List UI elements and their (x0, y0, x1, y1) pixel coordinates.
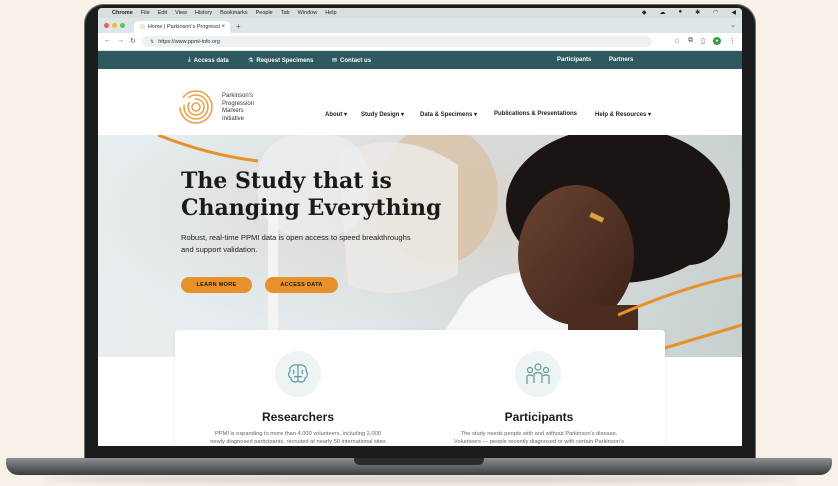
hero-subtitle-line-1: Robust, real-time PPMI data is open acce… (181, 233, 411, 242)
window-controls (104, 23, 125, 28)
camera-icon[interactable]: ● (678, 9, 682, 16)
logo-text[interactable]: Parkinson's Progression Markers Initiati… (222, 93, 282, 123)
browser-tab-active[interactable]: ◎ Home | Parkinson's Progressi × (134, 21, 230, 33)
menu-view[interactable]: View (175, 10, 187, 16)
sidebar-icon[interactable]: ▯ (701, 37, 705, 45)
site-info-icon[interactable]: ⇅ (150, 39, 154, 45)
nav-data-specimens[interactable]: Data & Specimens ▾ (420, 111, 477, 118)
menu-history[interactable]: History (195, 10, 212, 16)
utility-request-specimens[interactable]: ⚗ Request Specimens (248, 57, 314, 65)
mail-icon: ✉ (332, 58, 338, 64)
menu-edit[interactable]: Edit (158, 10, 167, 16)
menu-file[interactable]: File (141, 10, 150, 16)
extensions-icon[interactable]: ⧉ (688, 37, 693, 45)
hero-title: The Study that is Changing Everything (181, 168, 461, 222)
access-data-button[interactable]: ACCESS DATA (265, 277, 338, 293)
utility-participants-label: Participants (557, 57, 592, 63)
menu-app-name[interactable]: Chrome (112, 10, 133, 16)
menu-help[interactable]: Help (325, 10, 336, 16)
hero-subtitle: Robust, real-time PPMI data is open acce… (181, 232, 451, 256)
favicon-icon: ◎ (140, 24, 145, 30)
status-icons: ◆ ☁ ● ✱ ◠ ◀ (634, 9, 736, 16)
hero-section: The Study that is Changing Everything Ro… (98, 135, 742, 357)
learn-more-button[interactable]: LEARN MORE (181, 277, 252, 293)
researchers-text-line-2: newly diagnosed participants, recruited … (210, 439, 386, 445)
logo-line-1: Parkinson's (222, 93, 253, 99)
address-bar[interactable]: ⇅ https://www.ppmi-info.org (142, 36, 652, 47)
nav-help-resources[interactable]: Help & Resources ▾ (595, 111, 651, 118)
logo-line-3: Markers (222, 108, 244, 114)
participants-icon (515, 351, 561, 397)
tab-close-icon[interactable]: × (221, 24, 225, 30)
hero-title-line-1: The Study that is (181, 168, 392, 194)
forward-icon[interactable]: → (117, 37, 124, 45)
download-icon: ⤓ (188, 57, 191, 63)
nav-about[interactable]: About ▾ (325, 111, 347, 118)
brain-icon (275, 351, 321, 397)
nav-buttons: ← → ↻ (104, 37, 136, 45)
utility-contact-us-label: Contact us (340, 57, 372, 64)
reload-icon[interactable]: ↻ (130, 37, 136, 45)
participants-text-line-1: The study needs people with and without … (460, 431, 618, 437)
menu-people[interactable]: People (256, 10, 273, 16)
laptop-screen: Chrome File Edit View History Bookmarks … (98, 8, 742, 446)
researchers-title: Researchers (261, 410, 335, 424)
vial-icon: ⚗ (248, 58, 254, 64)
utility-contact-us[interactable]: ✉ Contact us (332, 57, 372, 65)
url-text: https://www.ppmi-info.org (158, 38, 220, 45)
logo-line-4: Initiative (222, 115, 245, 122)
laptop-shadow (40, 475, 798, 483)
utility-partners-label: Partners (609, 57, 634, 63)
nav-publications[interactable]: Publications & Presentations (494, 111, 577, 117)
hero-subtitle-line-2: and support validation. (181, 245, 258, 254)
logo-line-2: Progression (222, 100, 255, 107)
audience-cards: Researchers Participants PPMI is expandi… (175, 330, 665, 446)
participants-text-line-2: Volunteers — people recently diagnosed o… (454, 439, 624, 445)
bookmark-star-icon[interactable]: ☆ (674, 37, 680, 45)
utility-partners[interactable]: Partners (609, 57, 633, 63)
menu-tab[interactable]: Tab (281, 10, 290, 16)
maximize-window-icon[interactable] (120, 23, 125, 28)
ppmi-logo-icon[interactable] (178, 89, 214, 125)
researchers-description: PPMI is expanding to more than 4,000 vol… (178, 430, 418, 446)
close-window-icon[interactable] (104, 23, 109, 28)
brain-icon-svg (288, 364, 308, 383)
participants-description: The study needs people with and without … (419, 430, 659, 446)
laptop-notch (354, 458, 484, 465)
browser-toolbar: ← → ↻ ⇅ https://www.ppmi-info.org ☆ ⧉ ▯ … (98, 33, 742, 51)
hero-title-line-2: Changing Everything (181, 195, 442, 221)
new-tab-button[interactable]: + (236, 22, 241, 31)
cloud-icon[interactable]: ☁ (659, 9, 665, 16)
utility-access-data[interactable]: ⤓ Access data (188, 57, 229, 64)
menu-bookmarks[interactable]: Bookmarks (220, 10, 248, 16)
nav-study-design[interactable]: Study Design ▾ (361, 111, 404, 118)
profile-avatar-icon[interactable]: ● (713, 37, 721, 45)
wifi-icon[interactable]: ◠ (713, 9, 718, 16)
back-icon[interactable]: ← (104, 37, 111, 45)
tab-title: Home | Parkinson's Progressi (147, 24, 220, 30)
menu-window[interactable]: Window (298, 10, 318, 16)
utility-nav: ⤓ Access data ⚗ Request Specimens ✉ Cont… (98, 51, 742, 69)
browser-tabbar: ◎ Home | Parkinson's Progressi × + ⌄ (98, 18, 742, 33)
minimize-window-icon[interactable] (112, 23, 117, 28)
more-menu-icon[interactable]: ⋮ (729, 37, 736, 45)
site-header: Parkinson's Progression Markers Initiati… (98, 69, 742, 135)
people-icon-svg (526, 363, 550, 384)
toolbar-actions: ☆ ⧉ ▯ ● ⋮ (674, 37, 736, 45)
researchers-text-line-1: PPMI is expanding to more than 4,000 vol… (215, 431, 381, 437)
utility-request-specimens-label: Request Specimens (256, 57, 314, 64)
bluetooth-icon[interactable]: ✱ (695, 9, 700, 16)
volume-icon[interactable]: ◀ (731, 9, 736, 16)
utility-access-data-label: Access data (193, 57, 229, 64)
shield-icon[interactable]: ◆ (642, 9, 647, 16)
utility-participants[interactable]: Participants (557, 57, 591, 63)
participants-title: Participants (504, 410, 574, 424)
tab-search-icon[interactable]: ⌄ (730, 21, 736, 29)
macos-menubar: Chrome File Edit View History Bookmarks … (98, 8, 742, 18)
